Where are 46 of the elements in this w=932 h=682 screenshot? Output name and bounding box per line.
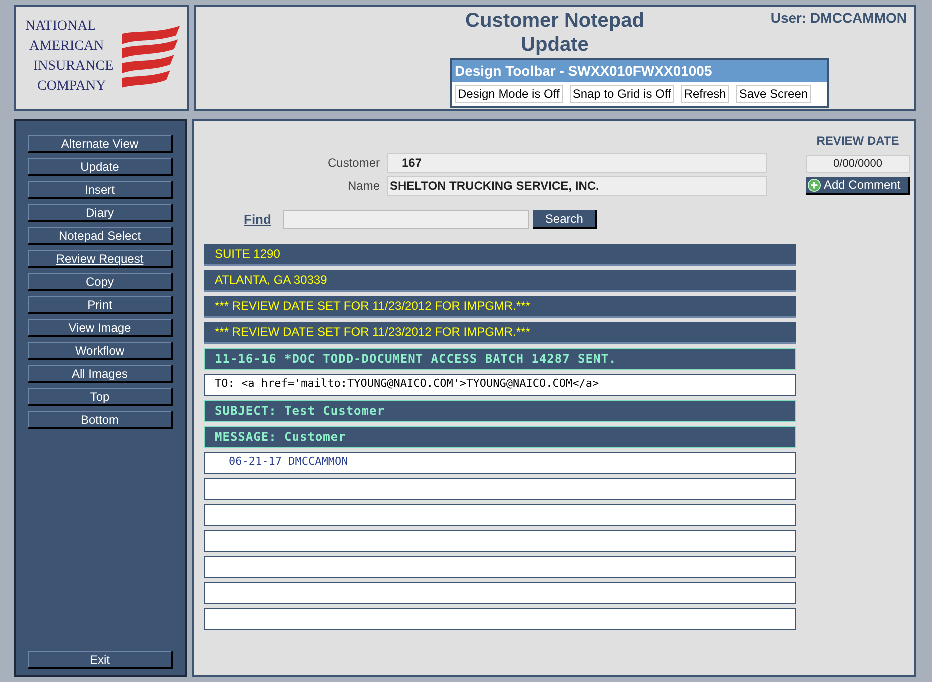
logo-text: NATIONAL [26,18,98,36]
logo-text: INSURANCE [34,58,114,76]
note-row: SUBJECT: Test Customer [204,400,796,422]
sidebar-button[interactable]: View Image [28,319,173,337]
sidebar-button[interactable]: Diary [28,204,173,222]
note-row: MESSAGE: Customer [204,426,796,448]
page-subtitle: Update [521,34,589,56]
plus-circle-icon [808,178,821,192]
add-comment-button[interactable]: Add Comment [806,177,910,195]
note-row: ATLANTA, GA 30339 [204,270,796,292]
sidebar-button[interactable]: Print [28,296,173,314]
note-row: 11-16-16 *DOC TODD-DOCUMENT ACCESS BATCH 14287 SENT. [204,348,796,370]
sidebar-button[interactable]: Notepad Select [28,227,173,245]
sidebar-button[interactable]: Workflow [28,342,173,360]
toolbar-title: Design Toolbar - SWXX010FWXX01005 [452,60,827,82]
field-value: SHELTON TRUCKING SERVICE, INC. [387,176,767,196]
field-label: Name [346,178,380,195]
toolbar-button[interactable]: Snap to Grid is Off [570,85,674,103]
page-title: Customer Notepad [466,10,644,32]
review-date-label: REVIEW DATE [816,133,900,150]
search-button[interactable]: Search [533,210,598,230]
toolbar-button[interactable]: Design Mode is Off [455,85,563,103]
note-row: SUITE 1290 [204,244,796,266]
user-label: User: DMCCAMMON [770,9,907,28]
sidebar-button[interactable]: Copy [28,273,173,291]
find-field[interactable] [283,210,530,230]
field-label: Customer [326,155,380,172]
sidebar-button[interactable]: All Images [28,365,173,383]
logo-text: AMERICAN [30,38,106,56]
note-row: 06-21-17 DMCCAMMON [204,452,796,474]
note-row: TO: <a href='mailto:TYOUNG@NAICO.COM'>TYOUNG@NAICO.COM</a> [204,374,796,396]
find-link[interactable]: Find [244,210,272,230]
sidebar-button[interactable]: Alternate View [28,135,173,153]
toolbar-button[interactable]: Save Screen [736,85,812,103]
review-date-field: 0/00/0000 [806,155,910,173]
logo-text: COMPANY [38,78,108,96]
sidebar-button[interactable]: Bottom [28,411,173,429]
sidebar-button[interactable]: Update [28,158,173,176]
sidebar-button[interactable]: Review Request [28,250,173,268]
toolbar-button[interactable]: Refresh [681,85,730,103]
note-row: *** REVIEW DATE SET FOR 11/23/2012 FOR IMPGMR.*** [204,296,796,318]
exit-button[interactable]: Exit [28,651,173,669]
note-row: *** REVIEW DATE SET FOR 11/23/2012 FOR IMPGMR.*** [204,322,796,344]
sidebar-button[interactable]: Top [28,388,173,406]
sidebar-button[interactable]: Insert [28,181,173,199]
field-value: 167 [387,153,767,173]
